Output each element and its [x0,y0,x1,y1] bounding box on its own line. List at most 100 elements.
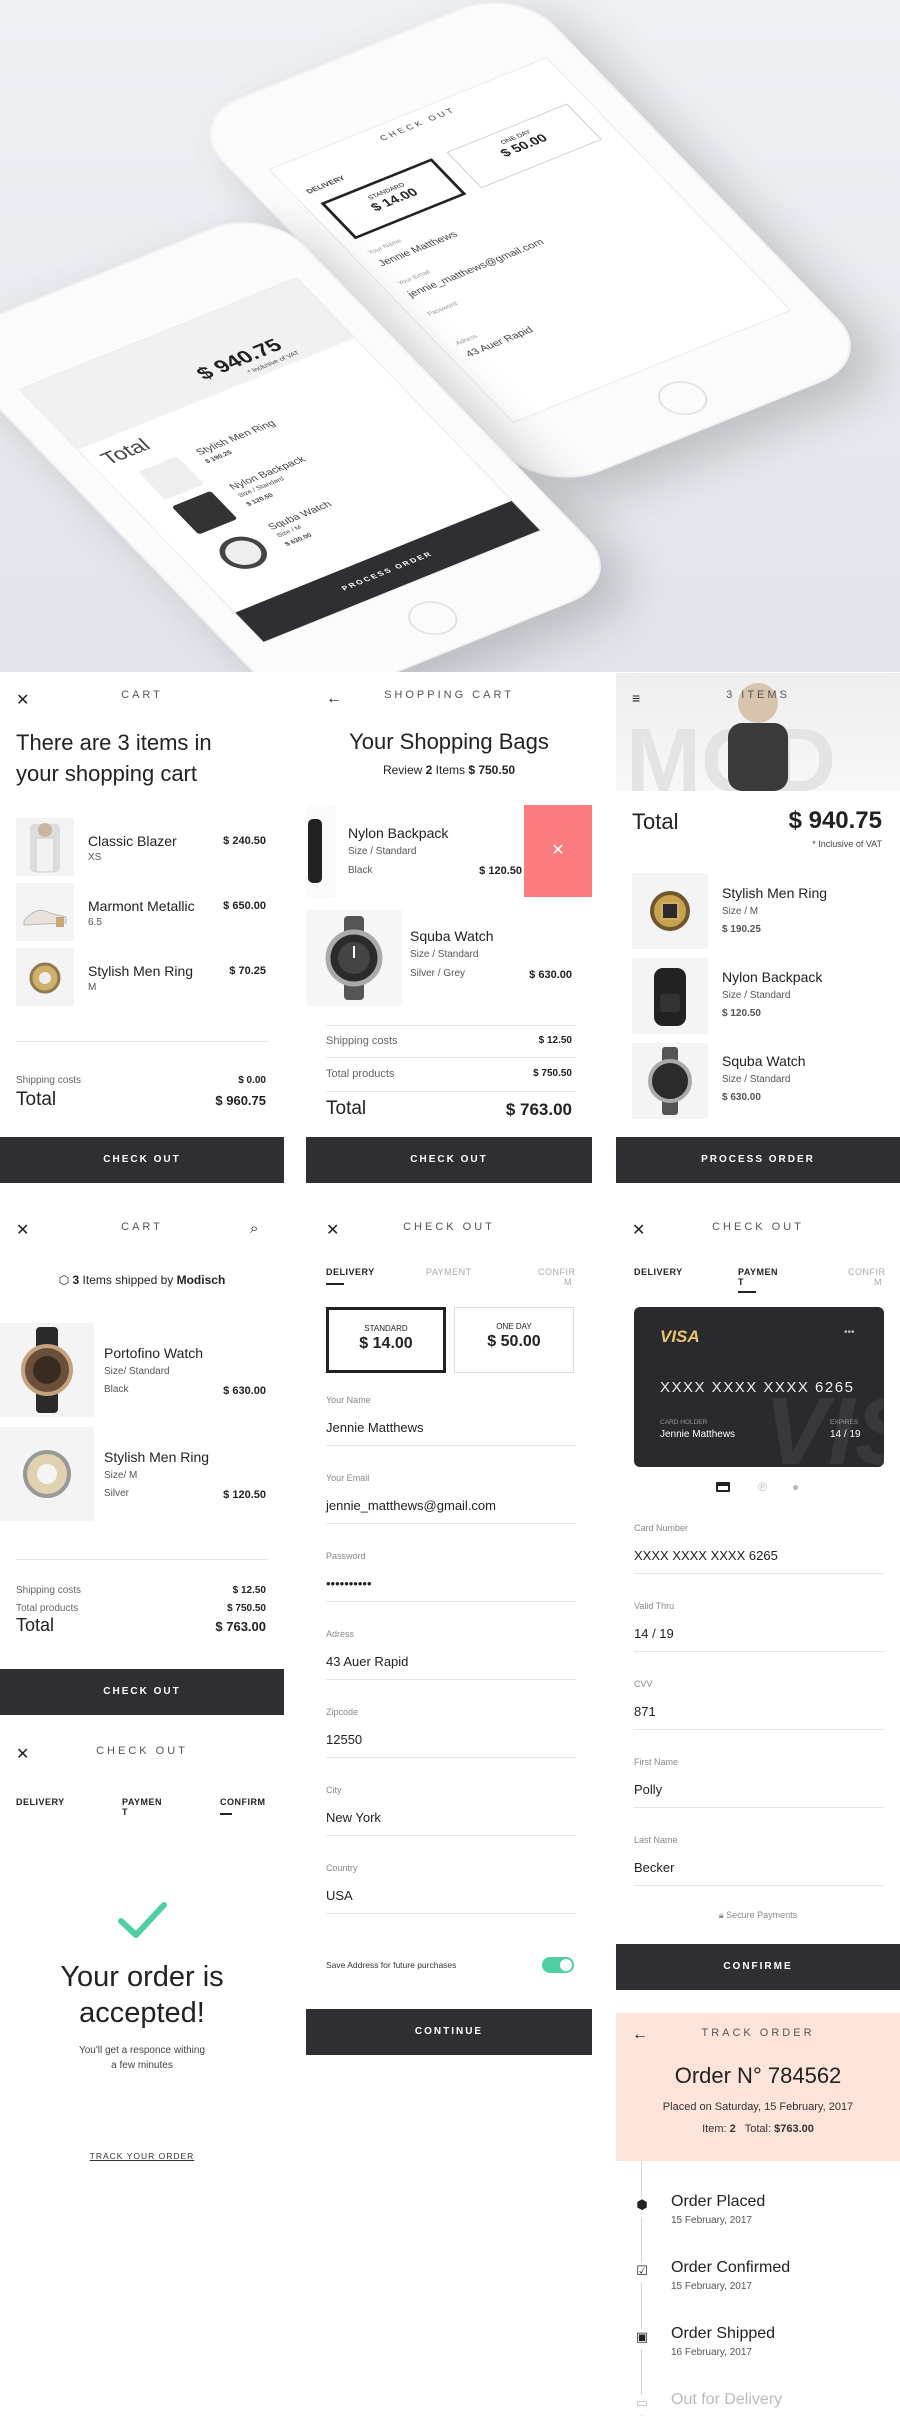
form-input[interactable]: •••••••••• [326,1576,576,1591]
item-count: 3 [117,730,130,755]
form-input[interactable]: XXXX XXXX XXXX 6265 [634,1548,884,1563]
item-size: Size / Standard [410,949,479,960]
ring-thumb[interactable] [632,873,708,949]
close-icon: ✕ [551,842,565,859]
tab-underline [738,1291,756,1293]
shoe-image [23,909,67,927]
card-menu-icon[interactable]: ••• [844,1327,855,1338]
tab-payment[interactable]: PAYMENT [122,1797,162,1817]
item-size: Size/ M [104,1470,138,1481]
item-size: Size / Standard [348,846,417,857]
tab-payment[interactable]: PAYMENT [426,1267,472,1277]
review-text: Review [382,763,426,777]
save-address-toggle[interactable] [542,1957,574,1973]
front-hero-image [20,278,355,450]
form-input[interactable]: Jennie Matthews [326,1420,576,1435]
check-icon [116,1901,168,1946]
front-total-label: Total [95,434,155,469]
tab-underline [220,1813,232,1815]
field-label: CVV [634,1679,653,1689]
tab-payment[interactable]: PAYMENT [738,1267,778,1287]
step-date: 15 February, 2017 [671,2281,752,2292]
ring-thumb[interactable] [0,1427,94,1521]
form-input[interactable]: 14 / 19 [634,1626,884,1641]
form-input[interactable]: New York [326,1810,576,1825]
tab-underline [326,1283,344,1285]
accepted-subtext: You'll get a responce withing a few minut… [0,2043,284,2073]
field-label: Your Name [326,1395,371,1405]
form-input[interactable]: 43 Auer Rapid [326,1654,576,1669]
delete-item-button[interactable]: ✕ [524,805,592,897]
secure-payments: 🔒︎ Secure Payments [616,1910,900,1921]
panel-track-order: ← TRACK ORDER Order N° 784562 Placed on … [616,2013,900,2416]
front-ring-thumb [138,456,205,500]
watch-image [325,916,383,1000]
total-products-label: Total products [326,1068,395,1080]
tab-delivery[interactable]: DELIVERY [16,1797,65,1807]
panel-title: TRACK ORDER [701,2027,815,2039]
watch-thumb[interactable] [306,910,402,1006]
form-input[interactable]: 871 [634,1704,884,1719]
one-day-option[interactable]: ONE DAY $ 50.00 [454,1307,574,1373]
field-label: City [326,1785,342,1795]
form-input[interactable]: 12550 [326,1732,576,1747]
item-size: 6.5 [88,917,102,928]
subtext-line: You'll get a responce withing [78,2045,206,2056]
form-input[interactable]: USA [326,1888,576,1903]
search-icon[interactable]: ⌕ [250,1221,258,1236]
checkout-button[interactable]: CHECK OUT [0,1669,284,1715]
secure-text: Secure Payments [726,1910,798,1920]
form-input[interactable]: jennie_matthews@gmail.com [326,1498,576,1513]
tab-confirm[interactable]: CONFIRM [538,1267,575,1287]
card-payment-icon[interactable] [716,1482,730,1492]
process-order-button[interactable]: PROCESS ORDER [616,1137,900,1183]
tab-delivery[interactable]: DELIVERY [634,1267,683,1277]
tab-confirm[interactable]: CONFIRM [220,1797,266,1807]
card-expires-label: EXPIRES [830,1419,859,1426]
confirm-button[interactable]: CONFIRME [616,1944,900,1990]
step-name: Order Placed [671,2193,766,2210]
divider [326,1091,576,1092]
total-label: Total [632,809,679,834]
card-number: XXXX XXXX XXXX 6265 [660,1379,855,1396]
panel-title: CART [121,1221,163,1233]
standard-option[interactable]: STANDARD $ 14.00 [326,1307,446,1373]
backpack-image [654,968,686,1026]
item-size: XS [88,852,102,863]
back-addr-label: Adress [454,333,480,347]
continue-button[interactable]: CONTINUE [306,2009,592,2055]
item-price: $ 120.50 [479,865,522,877]
item-name: Classic Blazer [88,833,177,849]
step-date: 15 February, 2017 [671,2215,752,2226]
hero-mockup: CHECK OUT DELIVERY STANDARD $ 14.00 ONE … [0,0,900,672]
apple-pay-icon[interactable]: ● [792,1480,799,1494]
ring-thumb[interactable] [16,948,74,1006]
watch-thumb[interactable] [632,1043,708,1119]
paypal-icon[interactable]: ℗ [758,1480,767,1494]
form-input[interactable]: Polly [634,1782,884,1797]
watch-thumb[interactable] [0,1323,94,1417]
field-label: Zipcode [326,1707,359,1717]
item-name: Marmont Metallic [88,898,195,914]
credit-card[interactable]: VISA VISA ••• XXXX XXXX XXXX 6265 CARD H… [634,1307,884,1467]
ring-image [23,1450,71,1498]
checkout-button[interactable]: CHECK OUT [0,1137,284,1183]
item-color: Black [104,1384,129,1395]
panel-cart-shipped: ✕ CART ⌕ ⬡ 3 Items shipped by Modisch Po… [0,1205,284,1715]
total-value: $ 960.75 [215,1093,266,1108]
tab-confirm[interactable]: CONFIRM [848,1267,885,1287]
cart-headline: There are 3 items in your shopping cart [16,727,276,789]
divider [326,1025,576,1026]
shoe-thumb[interactable] [16,883,74,941]
form-input[interactable]: Becker [634,1860,884,1875]
checkout-button[interactable]: CHECK OUT [306,1137,592,1183]
item-price: $ 630.00 [223,1385,266,1397]
total-label: Total: [744,2123,775,2135]
backpack-thumb[interactable] [306,805,336,897]
vat-note: * Inclusive of VAT [812,839,882,849]
total-label: Total [326,1098,367,1119]
backpack-thumb[interactable] [632,958,708,1034]
track-order-link[interactable]: TRACK YOUR ORDER [0,2151,284,2161]
tab-delivery[interactable]: DELIVERY [326,1267,375,1277]
blazer-thumb[interactable] [16,818,74,876]
